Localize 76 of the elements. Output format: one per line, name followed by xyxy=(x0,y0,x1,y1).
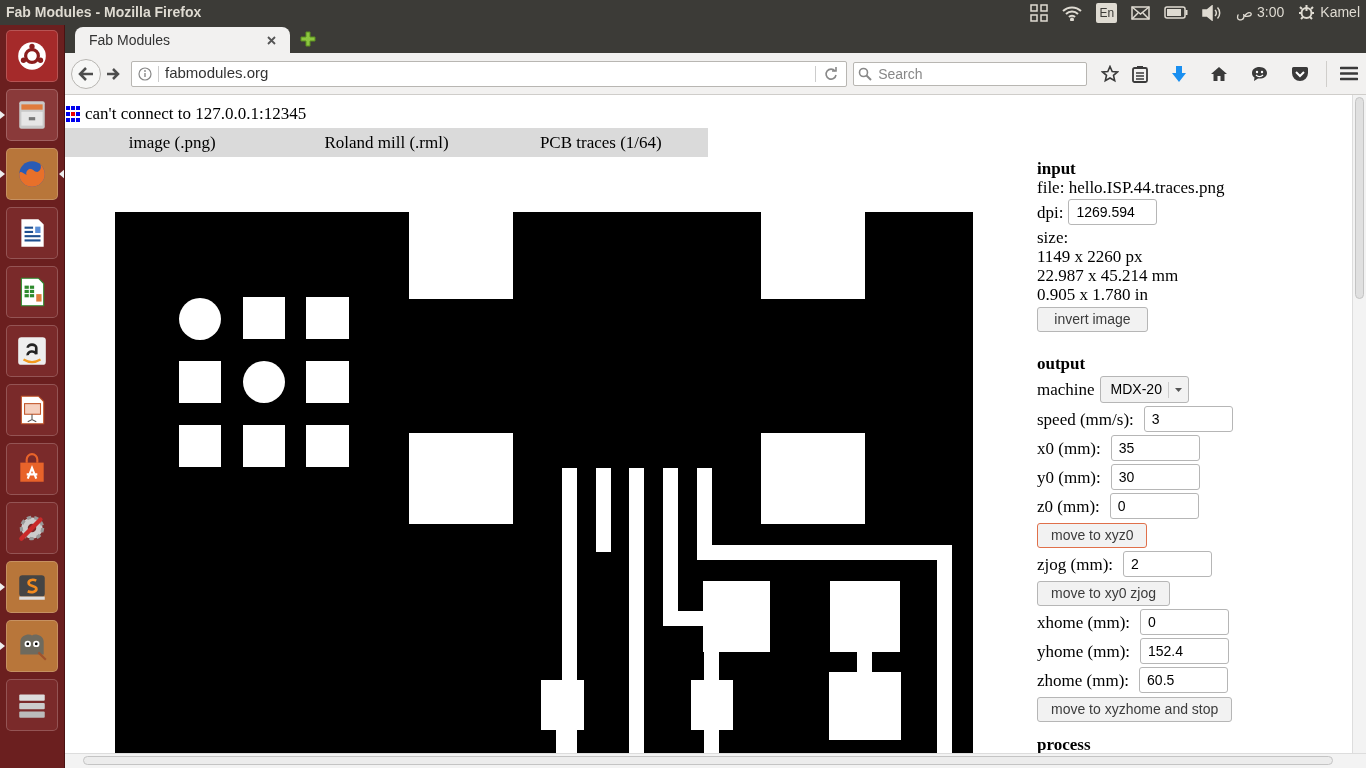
clock[interactable]: 3:00 ص xyxy=(1236,2,1285,23)
volume-icon[interactable] xyxy=(1202,4,1223,21)
size-label: size: xyxy=(1037,228,1070,247)
power-gear-icon[interactable] xyxy=(1298,4,1316,21)
running-indicator xyxy=(0,583,5,591)
field-label: xhome (mm): xyxy=(1037,612,1130,632)
status-message: can't connect to 127.0.0.1:12345 xyxy=(85,103,307,126)
field-label: y0 (mm): xyxy=(1037,467,1101,487)
machine-dropdown[interactable]: MDX-20 xyxy=(1099,376,1189,403)
close-icon[interactable] xyxy=(267,35,276,45)
field-label: zhome (mm): xyxy=(1037,670,1130,690)
focus-indicator xyxy=(58,169,64,179)
search-field[interactable]: Search xyxy=(853,61,1087,86)
right-arrow-icon xyxy=(106,67,120,80)
number-field[interactable]: 2 xyxy=(1123,551,1212,577)
menu-item[interactable]: PCB traces (1/64) xyxy=(493,128,708,157)
grid-icon[interactable] xyxy=(1030,3,1049,22)
keyboard-layout-indicator[interactable]: En xyxy=(1096,2,1118,23)
horizontal-scrollbar[interactable] xyxy=(65,753,1366,768)
mail-icon[interactable] xyxy=(1131,5,1151,20)
battery-icon[interactable] xyxy=(1164,6,1189,19)
section-heading: input xyxy=(1037,159,1077,178)
wifi-icon[interactable] xyxy=(1062,4,1083,21)
size-value: 1149 x 2260 px xyxy=(1037,247,1144,266)
menu-icon[interactable] xyxy=(1340,66,1358,81)
number-field[interactable]: 0 xyxy=(1109,493,1199,519)
star-icon[interactable] xyxy=(1101,64,1119,83)
scrollbar-thumb[interactable] xyxy=(83,756,1333,765)
number-field[interactable]: 3 xyxy=(1143,406,1233,432)
number-field[interactable]: 0 xyxy=(1140,609,1229,635)
field-label: machine xyxy=(1037,380,1095,399)
number-field[interactable]: 30 xyxy=(1110,464,1200,490)
running-indicator xyxy=(0,642,5,650)
field-label: z0 (mm): xyxy=(1037,496,1100,516)
field-label: speed (mm/s): xyxy=(1037,409,1134,429)
size-value: 22.987 x 45.214 mm xyxy=(1037,266,1180,285)
address-bar[interactable]: fabmodules.org xyxy=(131,60,848,87)
left-arrow-icon xyxy=(78,66,94,81)
field-label: zjog (mm): xyxy=(1037,554,1113,574)
tab-title: Fab Modules xyxy=(89,30,171,50)
user-name[interactable]: Kamel xyxy=(1320,2,1360,23)
field-label: x0 (mm): xyxy=(1037,438,1101,458)
field-label: yhome (mm): xyxy=(1037,641,1130,661)
download-arrow-icon[interactable] xyxy=(1171,64,1187,83)
dpi-field[interactable]: 1269.594 xyxy=(1068,199,1158,225)
window-title: Fab Modules - Mozilla Firefox xyxy=(6,3,202,22)
move-button[interactable]: move to xyz0 xyxy=(1037,523,1148,548)
reading-list-icon[interactable] xyxy=(1132,64,1148,83)
invert-image-button[interactable]: invert image xyxy=(1037,307,1148,332)
reload-icon[interactable] xyxy=(824,66,839,81)
scrollbar-thumb[interactable] xyxy=(1355,97,1364,299)
browser-tab[interactable]: Fab Modules xyxy=(75,27,290,53)
move-button[interactable]: move to xy0 zjog xyxy=(1037,581,1171,606)
running-indicator xyxy=(0,170,5,178)
home-icon[interactable] xyxy=(1210,65,1228,82)
field-label: dpi: xyxy=(1037,202,1064,222)
menu-item[interactable]: image (.png) xyxy=(65,128,280,157)
move-button[interactable]: move to xyzhome and stop xyxy=(1037,697,1233,722)
menu-item[interactable]: Roland mill (.rml) xyxy=(279,128,494,157)
section-heading: process xyxy=(1037,735,1092,754)
caret-icon xyxy=(1174,387,1182,392)
new-tab-plus-icon[interactable] xyxy=(300,31,316,47)
section-heading: output xyxy=(1037,354,1087,373)
file-name: file: hello.ISP.44.traces.png xyxy=(1037,178,1226,197)
pocket-icon[interactable] xyxy=(1291,65,1309,82)
connection-status-icon xyxy=(66,106,80,122)
info-icon[interactable] xyxy=(138,66,152,81)
number-field[interactable]: 35 xyxy=(1110,435,1200,461)
size-value: 0.905 x 1.780 in xyxy=(1037,285,1149,304)
back-button[interactable] xyxy=(71,58,101,89)
number-field[interactable]: 152.4 xyxy=(1140,638,1229,664)
running-indicator xyxy=(0,111,5,119)
url-text: fabmodules.org xyxy=(165,63,270,84)
vertical-scrollbar[interactable] xyxy=(1352,95,1366,753)
number-field[interactable]: 60.5 xyxy=(1139,667,1229,693)
smiley-bubble-icon[interactable] xyxy=(1251,65,1268,82)
